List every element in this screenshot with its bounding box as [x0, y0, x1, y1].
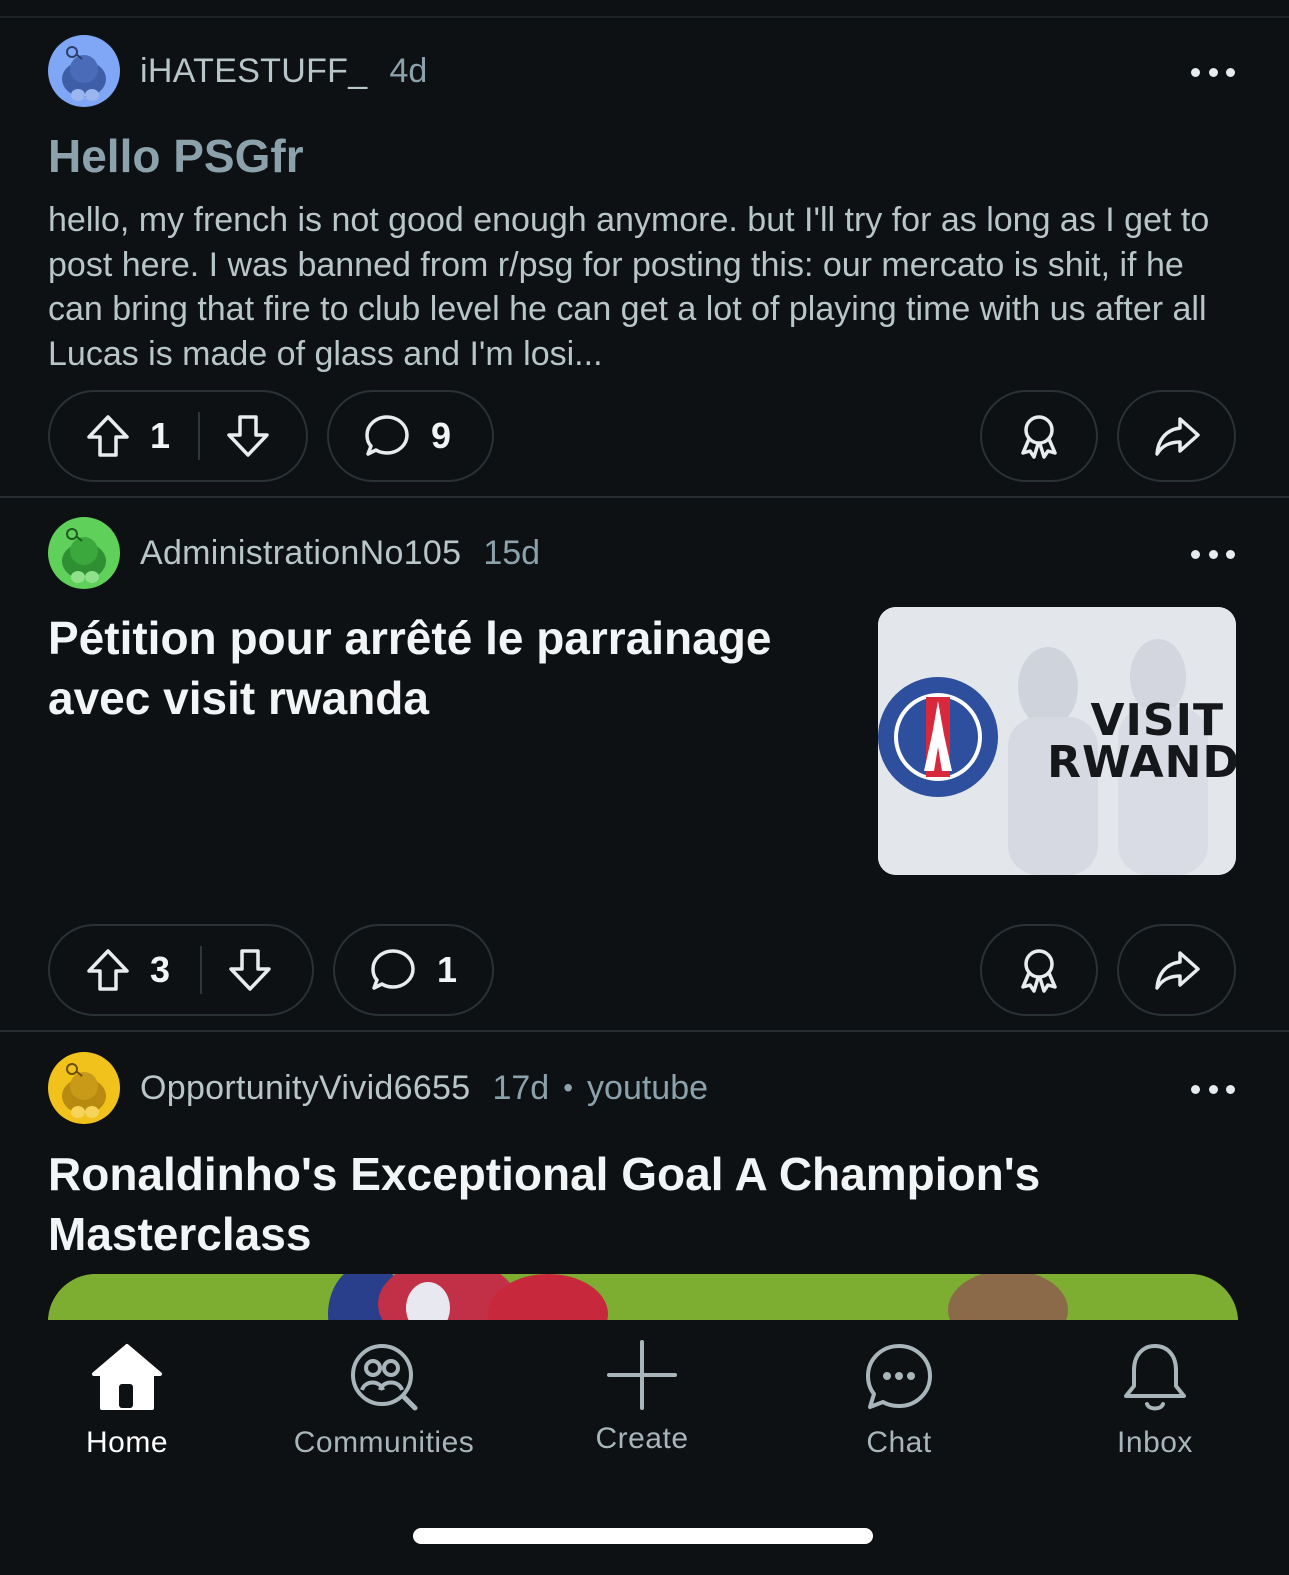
- post-thumbnail[interactable]: VISIT RWAND: [878, 607, 1236, 875]
- comment-count: 9: [431, 415, 452, 456]
- upvote-icon: [87, 949, 129, 991]
- user-avatar[interactable]: [48, 1052, 120, 1124]
- award-button[interactable]: [980, 390, 1098, 482]
- share-button[interactable]: [1117, 924, 1236, 1016]
- post-age: 17d: [492, 1068, 550, 1107]
- tab-communities[interactable]: Communities: [264, 1320, 504, 1480]
- comments-button[interactable]: 9: [327, 390, 494, 482]
- vote-separator: [200, 946, 203, 994]
- comments-button[interactable]: 1: [333, 924, 494, 1016]
- post-body[interactable]: hello, my french is not good enough anym…: [48, 198, 1238, 376]
- vote-count: 1: [150, 415, 171, 456]
- video-preview[interactable]: [48, 1274, 1238, 1325]
- tab-label: Chat: [866, 1426, 932, 1459]
- downvote-icon: [227, 415, 269, 457]
- comment-icon: [365, 415, 409, 456]
- meta-separator: •: [563, 1072, 574, 1103]
- psg-logo: [878, 677, 998, 797]
- share-button[interactable]: [1117, 390, 1236, 482]
- vote-bar: 1: [48, 390, 308, 482]
- tab-label: Inbox: [1117, 1426, 1193, 1459]
- share-icon: [1154, 951, 1200, 990]
- video-frame: [48, 1274, 1238, 1325]
- tab-label: Home: [85, 1426, 169, 1459]
- feed: iHATESTUFF_ 4d Hello PSGfr hello, my fre…: [0, 0, 1289, 1325]
- post-author[interactable]: AdministrationNo105: [140, 534, 461, 573]
- award-icon: [1021, 949, 1057, 993]
- tab-create[interactable]: Create: [522, 1320, 762, 1480]
- post-meta: iHATESTUFF_ 4d: [48, 35, 427, 107]
- more-options-button[interactable]: [1191, 1079, 1235, 1099]
- tab-label: Create: [595, 1422, 689, 1455]
- post-age: 15d: [483, 533, 541, 572]
- post-meta: OpportunityVivid6655 17d • youtube: [48, 1052, 708, 1124]
- post-author[interactable]: iHATESTUFF_: [140, 52, 367, 91]
- post-title[interactable]: Ronaldinho's Exceptional Goal A Champion…: [48, 1144, 1198, 1264]
- user-avatar[interactable]: [48, 35, 120, 107]
- vote-bar: 3: [48, 924, 314, 1016]
- bell-icon: [1124, 1344, 1186, 1411]
- plus-icon: [607, 1340, 677, 1410]
- downvote-button[interactable]: [224, 412, 272, 460]
- home-indicator[interactable]: [413, 1528, 873, 1544]
- share-icon: [1154, 417, 1200, 456]
- upvote-button[interactable]: [84, 946, 132, 994]
- post-title[interactable]: Pétition pour arrêté le parrainage avec …: [48, 608, 848, 728]
- thumbnail-line2: RWAND: [1047, 737, 1236, 788]
- upvote-button[interactable]: [84, 412, 132, 460]
- post-source[interactable]: youtube: [587, 1069, 708, 1108]
- more-options-button[interactable]: [1191, 62, 1235, 82]
- downvote-button[interactable]: [226, 946, 274, 994]
- post-title[interactable]: Hello PSGfr: [48, 126, 304, 186]
- tab-inbox[interactable]: Inbox: [1035, 1320, 1275, 1480]
- comment-count: 1: [437, 949, 458, 990]
- vote-count: 3: [150, 949, 171, 990]
- downvote-icon: [229, 949, 271, 991]
- communities-icon: [351, 1344, 418, 1411]
- post-age: 4d: [389, 51, 428, 90]
- more-options-button[interactable]: [1191, 544, 1235, 564]
- post-card[interactable]: iHATESTUFF_ 4d Hello PSGfr hello, my fre…: [0, 0, 1289, 496]
- upvote-icon: [87, 415, 129, 457]
- tab-chat[interactable]: Chat: [779, 1320, 1019, 1480]
- award-button[interactable]: [980, 924, 1098, 1016]
- chat-icon: [866, 1344, 932, 1409]
- tab-label: Communities: [293, 1426, 475, 1459]
- comment-icon: [371, 949, 415, 990]
- user-avatar[interactable]: [48, 517, 120, 589]
- home-icon: [92, 1344, 162, 1410]
- post-author[interactable]: OpportunityVivid6655: [140, 1069, 470, 1108]
- award-icon: [1021, 415, 1057, 459]
- tab-home[interactable]: Home: [7, 1320, 247, 1480]
- vote-separator: [198, 412, 201, 460]
- post-meta: AdministrationNo105 15d: [48, 517, 540, 589]
